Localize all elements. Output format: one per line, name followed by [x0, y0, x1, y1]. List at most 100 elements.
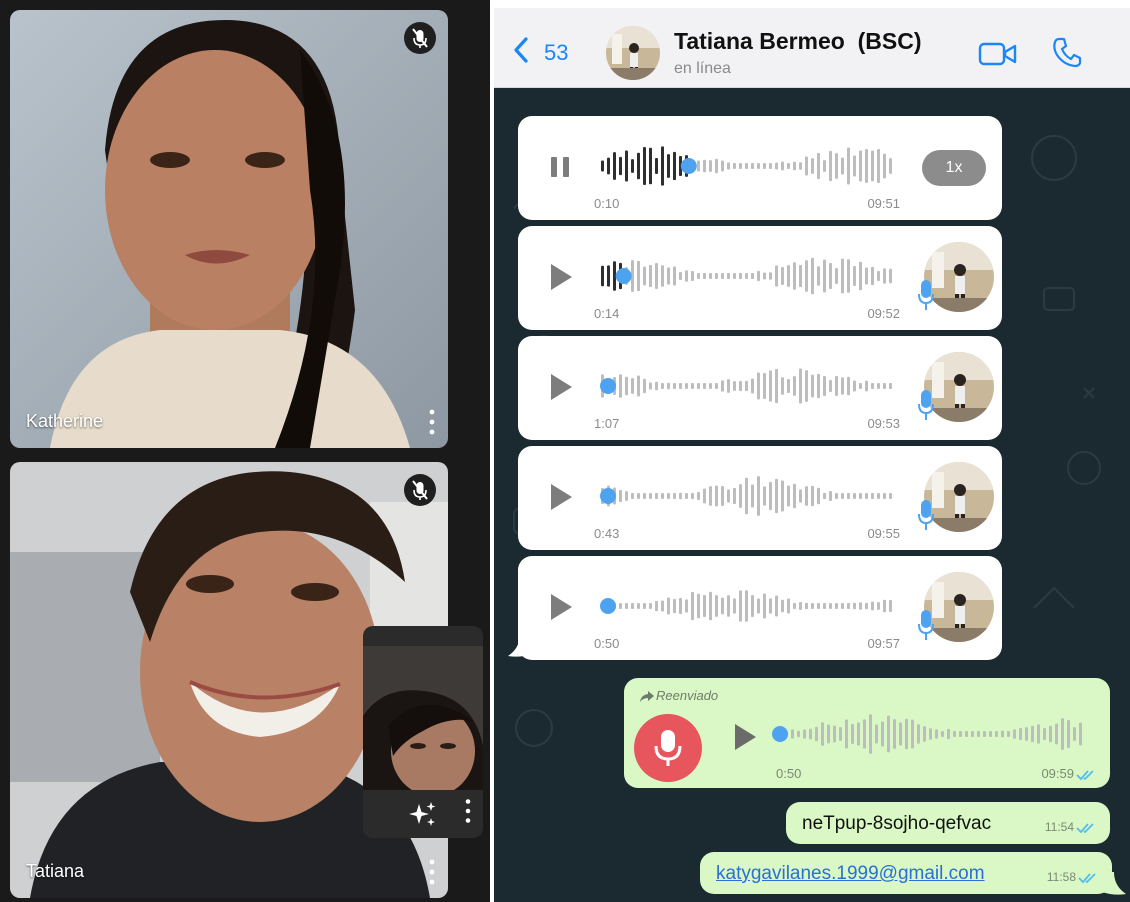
sender-avatar [924, 242, 994, 312]
waveform-bar [757, 598, 760, 614]
waveform[interactable] [600, 146, 896, 186]
waveform-bar [859, 150, 862, 182]
waveform-bar [781, 161, 784, 171]
waveform[interactable] [600, 256, 896, 296]
waveform-bar [811, 485, 814, 507]
playback-scrubber[interactable] [772, 726, 788, 742]
waveform[interactable] [600, 476, 896, 516]
waveform-bar [887, 715, 890, 753]
waveform-bar [721, 486, 724, 506]
chat-messages[interactable]: 0:10 09:51 1x 0:14 09:52 1:07 09:53 0:43… [494, 88, 1130, 902]
waveform-bar [733, 598, 736, 614]
waveform-bar [847, 376, 850, 396]
waveform-bar [865, 493, 868, 499]
waveform[interactable] [600, 586, 896, 626]
waveform-bar [787, 163, 790, 169]
waveform-bar [815, 726, 818, 742]
waveform-bar [763, 163, 766, 169]
playback-scrubber[interactable] [600, 598, 616, 614]
voice-note-message[interactable]: 0:50 09:57 [518, 556, 1002, 660]
waveform-bar [751, 484, 754, 508]
waveform-bar [805, 156, 808, 176]
play-icon[interactable] [548, 372, 574, 402]
waveform-bar [631, 159, 634, 173]
waveform-bar [1037, 724, 1040, 744]
contact-name[interactable]: Tatiana Bermeo (BSC) [674, 28, 922, 55]
text-message[interactable]: katygavilanes.1999@gmail.com 11:58 [700, 852, 1112, 894]
voice-note-elapsed: 0:43 [594, 526, 620, 541]
waveform-bar [889, 158, 892, 174]
phone-icon[interactable] [1052, 36, 1082, 68]
waveform-bar [823, 160, 826, 172]
waveform-bar [829, 380, 832, 392]
message-text[interactable]: neTpup-8sojho-qefvac [802, 813, 991, 835]
waveform-bar [685, 599, 688, 613]
waveform-bar [809, 728, 812, 740]
sparkle-effects-icon[interactable] [407, 798, 439, 830]
more-vert-icon[interactable] [426, 408, 438, 436]
waveform-bar [829, 150, 832, 182]
playback-scrubber[interactable] [615, 268, 632, 284]
voice-note-message[interactable]: 0:10 09:51 1x [518, 116, 1002, 220]
waveform-bar [805, 370, 808, 402]
voice-note-message[interactable]: 1:07 09:53 [518, 336, 1002, 440]
waveform-bar [703, 159, 706, 173]
back-unread-count[interactable]: 53 [544, 40, 568, 66]
waveform-bar [827, 724, 830, 744]
playback-scrubber[interactable] [600, 488, 616, 504]
waveform-bar [793, 161, 796, 171]
video-call-icon[interactable] [978, 40, 1018, 68]
participant-name: Katherine [26, 411, 104, 431]
waveform[interactable] [600, 366, 896, 406]
play-icon[interactable] [548, 482, 574, 512]
self-view-tile[interactable] [363, 626, 483, 838]
play-icon[interactable] [548, 592, 574, 622]
waveform-bar [733, 273, 736, 279]
voice-record-badge [634, 714, 702, 782]
waveform-bar [745, 477, 748, 515]
waveform-bar [965, 731, 968, 737]
email-link[interactable]: katygavilanes.1999@gmail.com [716, 863, 985, 885]
more-vert-icon[interactable] [463, 798, 473, 824]
playback-scrubber[interactable] [600, 378, 616, 394]
waveform-bar [709, 383, 712, 389]
waveform-bar [673, 266, 676, 286]
text-message[interactable]: neTpup-8sojho-qefvac 11:54 [786, 802, 1110, 844]
waveform-bar [781, 377, 784, 395]
waveform-bar [877, 602, 880, 610]
waveform-bar [787, 265, 790, 287]
waveform-bar [859, 493, 862, 499]
waveform-bar [871, 266, 874, 286]
waveform-bar [877, 271, 880, 281]
more-vert-icon[interactable] [426, 858, 438, 886]
mic-icon [918, 610, 934, 640]
waveform-bar [971, 731, 974, 737]
waveform-bar [811, 603, 814, 609]
waveform-bar [889, 383, 892, 389]
voice-note-message[interactable]: 0:43 09:55 [518, 446, 1002, 550]
forwarded-voice-note-message[interactable]: Reenviado 0:50 09:59 [624, 678, 1110, 788]
waveform-bar [733, 487, 736, 505]
waveform-bar [863, 719, 866, 749]
playback-scrubber[interactable] [680, 158, 697, 174]
chevron-left-icon[interactable] [512, 36, 530, 64]
waveform-bar [631, 603, 634, 609]
voice-note-message[interactable]: 0:14 09:52 [518, 226, 1002, 330]
waveform-bar [883, 268, 886, 284]
waveform-bar [1019, 728, 1022, 740]
waveform-bar [805, 486, 808, 506]
waveform-bar [673, 383, 676, 389]
play-icon[interactable] [548, 262, 574, 292]
pause-icon[interactable] [548, 156, 574, 178]
waveform-bar [721, 160, 724, 172]
waveform-bar [619, 374, 622, 398]
play-icon[interactable] [732, 722, 758, 752]
waveform-bar [899, 722, 902, 746]
participant-tile-katherine[interactable]: Katherine [10, 10, 448, 448]
waveform-bar [709, 591, 712, 621]
waveform[interactable] [772, 714, 1084, 754]
waveform-bar [799, 162, 802, 170]
contact-avatar[interactable] [606, 26, 660, 80]
playback-speed-button[interactable]: 1x [922, 150, 986, 186]
waveform-bar [817, 487, 820, 505]
